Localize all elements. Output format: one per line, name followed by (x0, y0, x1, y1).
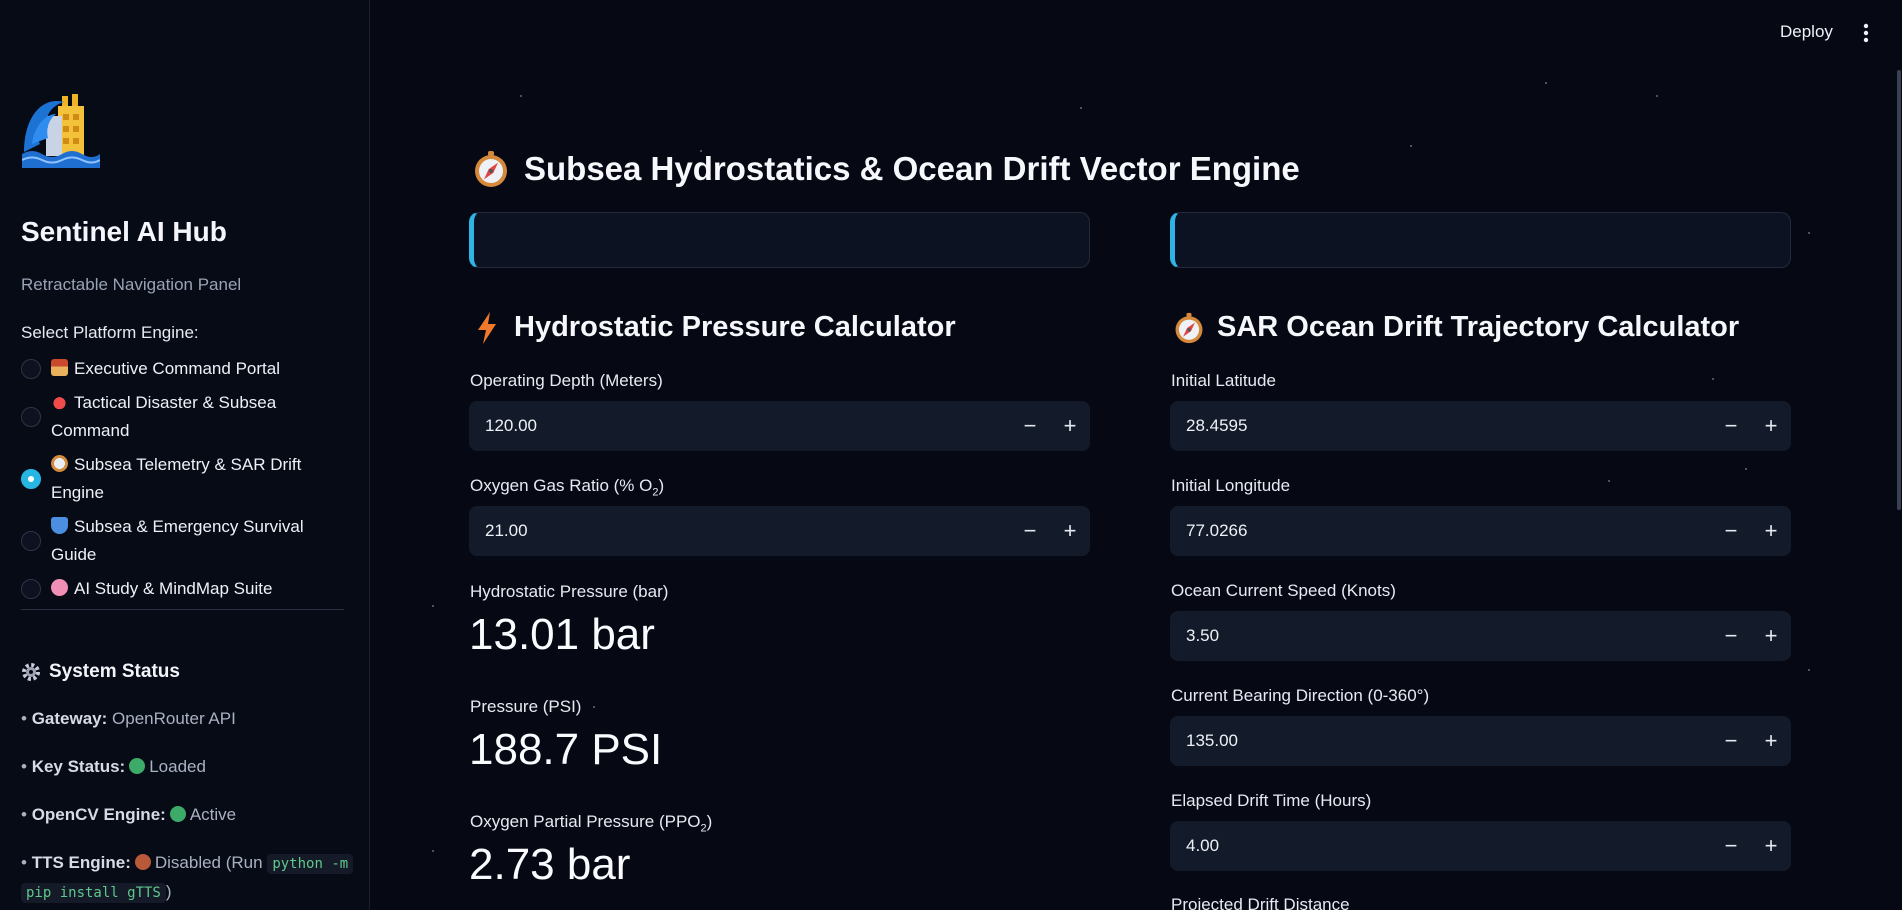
radio-button[interactable] (21, 531, 41, 551)
oxygen-ratio-number-input[interactable]: 21.00 − + (469, 506, 1090, 556)
current-speed-value[interactable]: 3.50 (1170, 626, 1711, 646)
lightning-icon (476, 311, 498, 344)
status-gateway: • Gateway: OpenRouter API (21, 709, 236, 728)
page-title: Subsea Hydrostatics & Ocean Drift Vector… (472, 150, 1300, 188)
brain-icon (51, 579, 68, 596)
decrement-button[interactable]: − (1010, 506, 1050, 556)
red-status-dot-icon (134, 854, 151, 870)
compass-icon (472, 150, 510, 188)
radio-ai-study[interactable]: AI Study & MindMap Suite (21, 575, 351, 603)
decrement-button[interactable]: − (1711, 716, 1751, 766)
hydrostatic-pressure-label: Hydrostatic Pressure (bar) (470, 582, 669, 601)
current-speed-label: Ocean Current Speed (Knots) (1171, 581, 1396, 600)
increment-button[interactable]: + (1050, 401, 1090, 451)
tsunami-city-logo-icon (21, 92, 101, 168)
depth-label: Operating Depth (Meters) (470, 371, 663, 390)
status-tts-cont: pip install gTTS) (21, 882, 172, 903)
sidebar-subtitle: Retractable Navigation Panel (21, 275, 242, 294)
shield-icon (51, 517, 68, 534)
info-card-right (1170, 212, 1791, 268)
ppo2-value: 2.73 bar (469, 840, 631, 889)
ppo2-label: Oxygen Partial Pressure (PPO2) (470, 812, 713, 835)
sidebar: Sentinel AI Hub Retractable Navigation P… (0, 0, 370, 910)
radio-tactical-disaster[interactable]: Tactical Disaster & Subsea Command (21, 389, 351, 445)
code-snippet: pip install gTTS (21, 883, 166, 903)
scrollbar-thumb[interactable] (1897, 70, 1901, 510)
decrement-button[interactable]: − (1711, 506, 1751, 556)
radio-subsea-telemetry[interactable]: Subsea Telemetry & SAR Drift Engine (21, 451, 351, 507)
radio-label: Subsea & Emergency Survival Guide (51, 517, 304, 564)
radio-label: Subsea Telemetry & SAR Drift Engine (51, 455, 302, 502)
info-card-left (469, 212, 1090, 268)
latitude-label: Initial Latitude (1171, 371, 1276, 390)
oxygen-ratio-label: Oxygen Gas Ratio (% O2) (470, 476, 665, 499)
radio-button[interactable] (21, 469, 41, 489)
radio-label: AI Study & MindMap Suite (74, 579, 273, 598)
increment-button[interactable]: + (1751, 506, 1791, 556)
increment-button[interactable]: + (1751, 716, 1791, 766)
radio-button[interactable] (21, 407, 41, 427)
longitude-value[interactable]: 77.0266 (1170, 521, 1711, 541)
code-snippet: python -m (267, 854, 354, 874)
longitude-label: Initial Longitude (1171, 476, 1291, 495)
drift-section-title: SAR Ocean Drift Trajectory Calculator (1173, 311, 1739, 344)
platform-select-label: Select Platform Engine: (21, 323, 199, 342)
latitude-number-input[interactable]: 28.4595 − + (1170, 401, 1791, 451)
status-opencv: • OpenCV Engine: Active (21, 805, 237, 824)
radio-button[interactable] (21, 579, 41, 599)
depth-number-input[interactable]: 120.00 − + (469, 401, 1090, 451)
deploy-button[interactable]: Deploy (1780, 22, 1833, 42)
increment-button[interactable]: + (1751, 821, 1791, 871)
hydrostatic-section-title: Hydrostatic Pressure Calculator (476, 311, 956, 344)
radio-label: Tactical Disaster & Subsea Command (51, 393, 277, 440)
siren-icon (51, 393, 68, 410)
green-status-dot-icon (169, 806, 186, 822)
longitude-number-input[interactable]: 77.0266 − + (1170, 506, 1791, 556)
projected-drift-label: Projected Drift Distance (1171, 895, 1350, 910)
radio-survival-guide[interactable]: Subsea & Emergency Survival Guide (21, 513, 351, 569)
hydrostatic-pressure-value: 13.01 bar (469, 610, 655, 659)
drift-time-number-input[interactable]: 4.00 − + (1170, 821, 1791, 871)
bearing-number-input[interactable]: 135.00 − + (1170, 716, 1791, 766)
increment-button[interactable]: + (1050, 506, 1090, 556)
depth-value[interactable]: 120.00 (469, 416, 1010, 436)
pressure-psi-label: Pressure (PSI) (470, 697, 582, 716)
decrement-button[interactable]: − (1711, 611, 1751, 661)
current-speed-number-input[interactable]: 3.50 − + (1170, 611, 1791, 661)
decrement-button[interactable]: − (1711, 821, 1751, 871)
sidebar-divider (21, 609, 344, 610)
compass-icon (51, 455, 68, 472)
gear-icon (21, 662, 41, 682)
bearing-label: Current Bearing Direction (0-360°) (1171, 686, 1430, 705)
oxygen-ratio-value[interactable]: 21.00 (469, 521, 1010, 541)
decrement-button[interactable]: − (1010, 401, 1050, 451)
latitude-value[interactable]: 28.4595 (1170, 416, 1711, 436)
decrement-button[interactable]: − (1711, 401, 1751, 451)
system-status-heading: System Status (21, 661, 180, 683)
compass-icon (1173, 312, 1205, 344)
radio-executive-command-portal[interactable]: Executive Command Portal (21, 355, 351, 383)
green-status-dot-icon (129, 758, 146, 774)
more-vertical-icon[interactable] (1862, 22, 1870, 44)
increment-button[interactable]: + (1751, 401, 1791, 451)
bearing-value[interactable]: 135.00 (1170, 731, 1711, 751)
status-key: • Key Status: Loaded (21, 757, 206, 776)
platform-radio-group: Executive Command Portal Tactical Disast… (21, 355, 351, 609)
pressure-psi-value: 188.7 PSI (469, 725, 663, 774)
drift-time-label: Elapsed Drift Time (Hours) (1171, 791, 1372, 810)
drift-time-value[interactable]: 4.00 (1170, 836, 1711, 856)
increment-button[interactable]: + (1751, 611, 1791, 661)
status-tts: • TTS Engine: Disabled (Run python -m (21, 853, 354, 874)
radio-button[interactable] (21, 359, 41, 379)
house-icon (51, 359, 68, 376)
sidebar-title: Sentinel AI Hub (21, 216, 227, 247)
radio-label: Executive Command Portal (74, 359, 280, 378)
